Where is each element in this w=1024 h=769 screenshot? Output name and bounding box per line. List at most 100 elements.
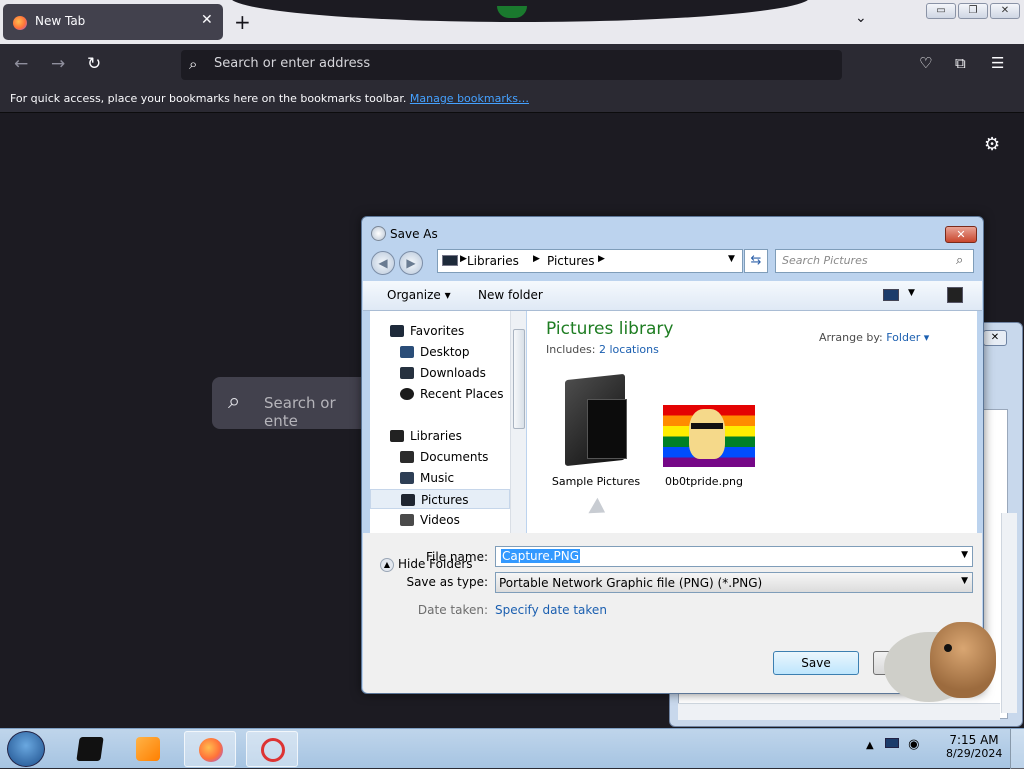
view-icon[interactable] bbox=[883, 289, 899, 301]
tree-label: Desktop bbox=[420, 345, 470, 359]
file-name-field[interactable]: Capture.PNG ▼ bbox=[495, 546, 973, 567]
taskbar-snipping-tool[interactable] bbox=[246, 731, 298, 767]
library-includes: Includes: 2 locations bbox=[546, 343, 659, 356]
organize-button[interactable]: Organize ▾ bbox=[387, 288, 451, 302]
forward-icon[interactable]: → bbox=[51, 54, 65, 74]
minimize-button[interactable]: ▭ bbox=[926, 3, 956, 19]
file-item-sample-pictures[interactable]: Sample Pictures bbox=[543, 373, 649, 493]
preview-pane-icon[interactable] bbox=[947, 287, 963, 303]
tree-item-videos[interactable]: Videos bbox=[370, 510, 510, 530]
tree-item-downloads[interactable]: Downloads bbox=[370, 363, 510, 383]
list-all-tabs-icon[interactable]: ⌄ bbox=[855, 10, 867, 26]
tree-label: Videos bbox=[420, 513, 460, 527]
show-desktop-button[interactable] bbox=[1010, 729, 1024, 769]
tree-label: Libraries bbox=[410, 429, 462, 443]
save-as-type-select[interactable]: Portable Network Graphic file (PNG) (*.P… bbox=[495, 572, 973, 593]
newtab-search-box[interactable]: ⌕ Search or ente bbox=[212, 377, 372, 430]
dialog-toolbar: Organize ▾ New folder ▼ bbox=[363, 281, 982, 311]
documents-icon bbox=[400, 451, 414, 463]
tree-item-desktop[interactable]: Desktop bbox=[370, 342, 510, 362]
volume-icon[interactable]: ◉ bbox=[908, 737, 919, 752]
dialog-close-button[interactable]: ✕ bbox=[945, 226, 977, 243]
date-taken-value[interactable]: Specify date taken bbox=[495, 603, 607, 617]
file-name-dropdown-icon[interactable]: ▼ bbox=[961, 550, 968, 560]
save-as-type-dropdown-icon[interactable]: ▼ bbox=[961, 576, 968, 586]
back-button[interactable]: ◀ bbox=[371, 251, 395, 275]
hamster-sticker bbox=[884, 622, 1004, 708]
image-thumbnail bbox=[663, 405, 755, 467]
start-button[interactable] bbox=[7, 731, 45, 767]
file-name-value[interactable]: Capture.PNG bbox=[501, 549, 581, 563]
network-icon[interactable] bbox=[884, 738, 899, 748]
taskbar-media-center[interactable] bbox=[64, 731, 116, 767]
date-taken-field[interactable]: Specify date taken bbox=[495, 603, 607, 617]
address-input[interactable] bbox=[214, 56, 814, 71]
file-item-label: Sample Pictures bbox=[551, 475, 641, 488]
thumbnail-face bbox=[689, 409, 725, 459]
arrange-by-dropdown[interactable]: Folder ▾ bbox=[886, 331, 929, 344]
tree-label: Downloads bbox=[420, 366, 486, 380]
forward-button[interactable]: ▶ bbox=[399, 251, 423, 275]
dialog-app-icon bbox=[371, 226, 386, 241]
desktop-icon bbox=[400, 346, 414, 358]
includes-locations-link[interactable]: 2 locations bbox=[599, 343, 659, 356]
close-window-button[interactable]: ✕ bbox=[990, 3, 1020, 19]
address-dropdown-icon[interactable]: ▼ bbox=[728, 254, 735, 264]
file-item-pride-image[interactable]: 0b0tpride.png bbox=[651, 373, 757, 493]
file-item-label: 0b0tpride.png bbox=[664, 475, 744, 488]
taskbar-firefox[interactable] bbox=[184, 731, 236, 767]
view-dropdown-icon[interactable]: ▼ bbox=[908, 288, 915, 298]
tab-close-icon[interactable]: ✕ bbox=[201, 12, 213, 28]
address-bar[interactable]: ⌕ bbox=[181, 50, 842, 80]
tree-item-pictures[interactable]: Pictures bbox=[370, 489, 510, 509]
manage-bookmarks-link[interactable]: Manage bookmarks… bbox=[410, 92, 529, 105]
scrollbar-thumb[interactable] bbox=[513, 329, 525, 429]
breadcrumb-separator-icon[interactable]: ▶ bbox=[598, 254, 605, 264]
tree-item-documents[interactable]: Documents bbox=[370, 447, 510, 467]
breadcrumb-pictures[interactable]: Pictures bbox=[547, 254, 595, 268]
tree-scrollbar[interactable] bbox=[510, 311, 526, 533]
pocket-icon[interactable]: ♡ bbox=[919, 54, 932, 72]
tab-title: New Tab bbox=[35, 14, 86, 28]
tree-item-recent-places[interactable]: Recent Places bbox=[370, 384, 510, 404]
save-button[interactable]: Save bbox=[773, 651, 859, 675]
breadcrumb-libraries[interactable]: Libraries bbox=[467, 254, 519, 268]
breadcrumb[interactable]: ▶ Libraries ▶ Pictures ▶ ▼ bbox=[437, 249, 743, 273]
media-player-icon bbox=[136, 737, 160, 761]
new-tab-button[interactable]: + bbox=[234, 10, 251, 34]
clock[interactable]: 7:15 AM 8/29/2024 bbox=[946, 733, 1002, 760]
reload-icon[interactable]: ↻ bbox=[87, 54, 101, 74]
background-window-close-button[interactable]: ✕ bbox=[983, 330, 1007, 346]
computer-icon bbox=[442, 255, 458, 266]
tab-new-tab[interactable]: New Tab ✕ bbox=[3, 4, 223, 40]
breadcrumb-separator-icon[interactable]: ▶ bbox=[533, 254, 540, 264]
refresh-button[interactable]: ⇆ bbox=[744, 249, 768, 273]
extensions-icon[interactable]: ⧉ bbox=[955, 54, 966, 72]
search-pictures-input[interactable] bbox=[782, 254, 947, 267]
search-pictures-box[interactable]: ⌕ bbox=[775, 249, 974, 273]
recent-places-icon bbox=[400, 388, 414, 400]
hide-folders-button[interactable]: ▲ Hide Folders bbox=[380, 557, 473, 572]
show-hidden-icons-icon[interactable]: ▲ bbox=[866, 740, 874, 751]
tree-libraries[interactable]: Libraries bbox=[370, 426, 510, 446]
tree-favorites[interactable]: Favorites bbox=[370, 321, 510, 341]
notification-tray: ▲ ◉ bbox=[866, 737, 919, 752]
library-title: Pictures library bbox=[546, 319, 674, 339]
videos-icon bbox=[400, 514, 414, 526]
settings-gear-icon[interactable]: ⚙ bbox=[984, 134, 1000, 155]
new-folder-button[interactable]: New folder bbox=[478, 288, 543, 302]
taskbar-media-player[interactable] bbox=[122, 731, 174, 767]
breadcrumb-separator-icon[interactable]: ▶ bbox=[460, 254, 467, 264]
back-icon[interactable]: ← bbox=[14, 54, 28, 74]
file-pane: Pictures library Includes: 2 locations A… bbox=[527, 311, 977, 533]
menu-icon[interactable]: ☰ bbox=[991, 54, 1004, 72]
taskbar: ▲ ◉ 7:15 AM 8/29/2024 bbox=[0, 728, 1024, 769]
chevron-up-icon: ▲ bbox=[380, 557, 394, 572]
tree-label: Pictures bbox=[421, 493, 469, 507]
includes-label: Includes: bbox=[546, 343, 596, 356]
bookmarks-toolbar: For quick access, place your bookmarks h… bbox=[0, 86, 1024, 113]
tree-item-music[interactable]: Music bbox=[370, 468, 510, 488]
tab-strip: New Tab ✕ + ⌄ ▭ ❐ ✕ bbox=[0, 0, 1024, 44]
restore-button[interactable]: ❐ bbox=[958, 3, 988, 19]
folder-thumbnail bbox=[587, 399, 627, 459]
